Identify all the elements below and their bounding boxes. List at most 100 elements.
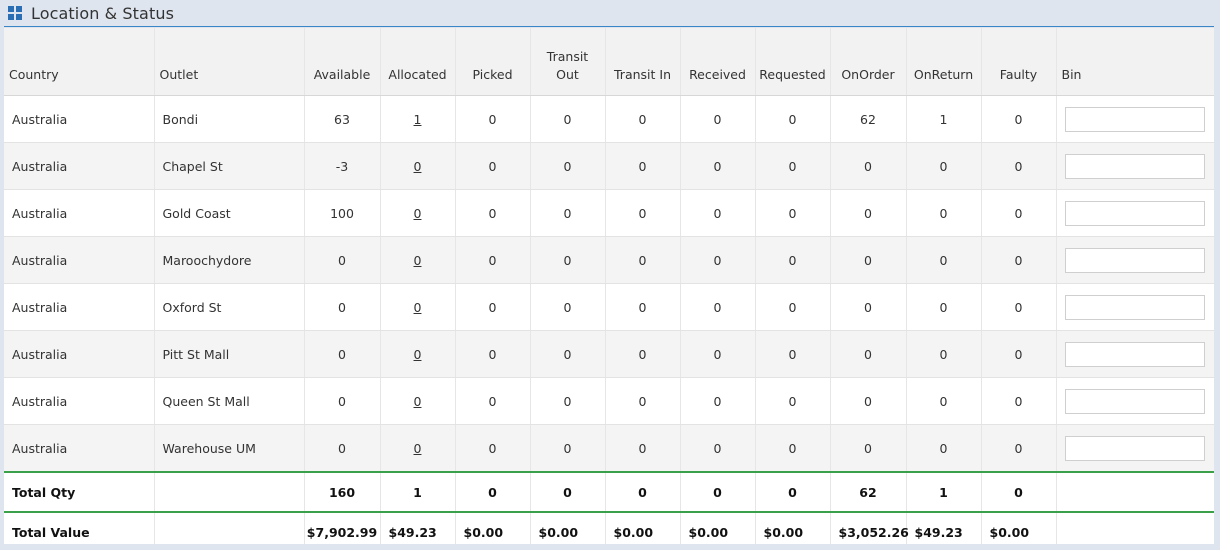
header-transit-out-line1: Transit [546,49,589,64]
cell-country: Australia [4,142,155,190]
cell-transit-in: 0 [605,142,681,190]
total-qty-empty [154,471,305,512]
cell-bin [1056,330,1214,378]
cell-available: 63 [304,95,381,143]
header-bin[interactable]: Bin [1056,28,1214,96]
cell-picked: 0 [455,330,531,378]
cell-bin [1056,236,1214,284]
cell-allocated: 0 [380,283,456,331]
cell-received: 0 [680,142,756,190]
bin-input[interactable] [1064,106,1205,132]
cell-received: 0 [680,377,756,425]
panel-title: Location & Status [31,3,175,23]
bin-input[interactable] [1064,247,1205,273]
cell-faulty: 0 [981,142,1057,190]
bin-input[interactable] [1064,341,1205,367]
bin-input[interactable] [1064,294,1205,320]
total-qty-row: Total Qty 160 1 0 0 0 0 0 62 1 0 [4,471,1214,512]
cell-transit-out: 0 [530,283,606,331]
total-value-requested: $0.00 [755,511,831,544]
cell-faulty: 0 [981,330,1057,378]
bin-input[interactable] [1064,435,1205,461]
cell-allocated: 0 [380,189,456,237]
cell-requested: 0 [755,189,831,237]
allocated-link[interactable]: 0 [414,441,422,456]
header-faulty[interactable]: Faulty [981,28,1057,96]
allocated-link[interactable]: 0 [414,253,422,268]
total-qty-transit-out: 0 [530,471,606,512]
cell-requested: 0 [755,283,831,331]
bin-input[interactable] [1064,153,1205,179]
header-transit-in[interactable]: Transit In [605,28,681,96]
cell-faulty: 0 [981,236,1057,284]
cell-transit-in: 0 [605,95,681,143]
cell-requested: 0 [755,236,831,284]
table-row: Australia Pitt St Mall 0 0 0 0 0 0 0 0 0 0 [4,330,1214,378]
header-picked[interactable]: Picked [455,28,531,96]
allocated-link[interactable]: 0 [414,394,422,409]
allocated-link[interactable]: 0 [414,206,422,221]
location-status-table-container: Country Outlet Available Allocated Picke… [4,28,1214,544]
header-onorder[interactable]: OnOrder [830,28,907,96]
allocated-link[interactable]: 0 [414,300,422,315]
cell-onreturn: 0 [906,330,982,378]
cell-received: 0 [680,189,756,237]
cell-available: 0 [304,283,381,331]
total-value-bin-empty [1056,511,1214,544]
location-status-table: Country Outlet Available Allocated Picke… [4,28,1214,544]
bin-input[interactable] [1064,388,1205,414]
cell-transit-out: 0 [530,189,606,237]
allocated-link[interactable]: 0 [414,159,422,174]
cell-available: 0 [304,424,381,473]
cell-requested: 0 [755,142,831,190]
header-onreturn[interactable]: OnReturn [906,28,982,96]
allocated-link[interactable]: 0 [414,347,422,362]
header-outlet[interactable]: Outlet [154,28,305,96]
cell-allocated: 0 [380,330,456,378]
cell-onreturn: 0 [906,236,982,284]
cell-onorder: 0 [830,330,907,378]
cell-requested: 0 [755,424,831,473]
header-received[interactable]: Received [680,28,756,96]
header-transit-out[interactable]: Transit Out [530,28,606,96]
cell-transit-out: 0 [530,142,606,190]
cell-country: Australia [4,424,155,473]
cell-transit-out: 0 [530,377,606,425]
header-requested[interactable]: Requested [755,28,831,96]
cell-country: Australia [4,236,155,284]
allocated-link[interactable]: 1 [414,112,422,127]
cell-outlet: Warehouse UM [154,424,305,473]
cell-faulty: 0 [981,95,1057,143]
total-value-available: $7,902.99 [304,511,381,544]
cell-country: Australia [4,189,155,237]
cell-bin [1056,377,1214,425]
cell-allocated: 0 [380,424,456,473]
cell-requested: 0 [755,377,831,425]
cell-transit-out: 0 [530,236,606,284]
cell-requested: 0 [755,95,831,143]
cell-available: 0 [304,330,381,378]
header-allocated[interactable]: Allocated [380,28,456,96]
total-value-transit-out: $0.00 [530,511,606,544]
cell-onorder: 0 [830,142,907,190]
bin-input[interactable] [1064,200,1205,226]
total-value-picked: $0.00 [455,511,531,544]
cell-bin [1056,424,1214,473]
grid-icon [8,6,22,20]
cell-onorder: 0 [830,189,907,237]
cell-available: 0 [304,236,381,284]
total-qty-received: 0 [680,471,756,512]
cell-onreturn: 0 [906,142,982,190]
total-value-received: $0.00 [680,511,756,544]
cell-received: 0 [680,95,756,143]
header-country[interactable]: Country [4,28,155,96]
table-header-row: Country Outlet Available Allocated Picke… [4,28,1214,96]
cell-picked: 0 [455,142,531,190]
total-qty-picked: 0 [455,471,531,512]
table-row: Australia Bondi 63 1 0 0 0 0 0 62 1 0 [4,95,1214,143]
header-available[interactable]: Available [304,28,381,96]
cell-outlet: Bondi [154,95,305,143]
cell-outlet: Pitt St Mall [154,330,305,378]
cell-faulty: 0 [981,424,1057,473]
cell-outlet: Queen St Mall [154,377,305,425]
